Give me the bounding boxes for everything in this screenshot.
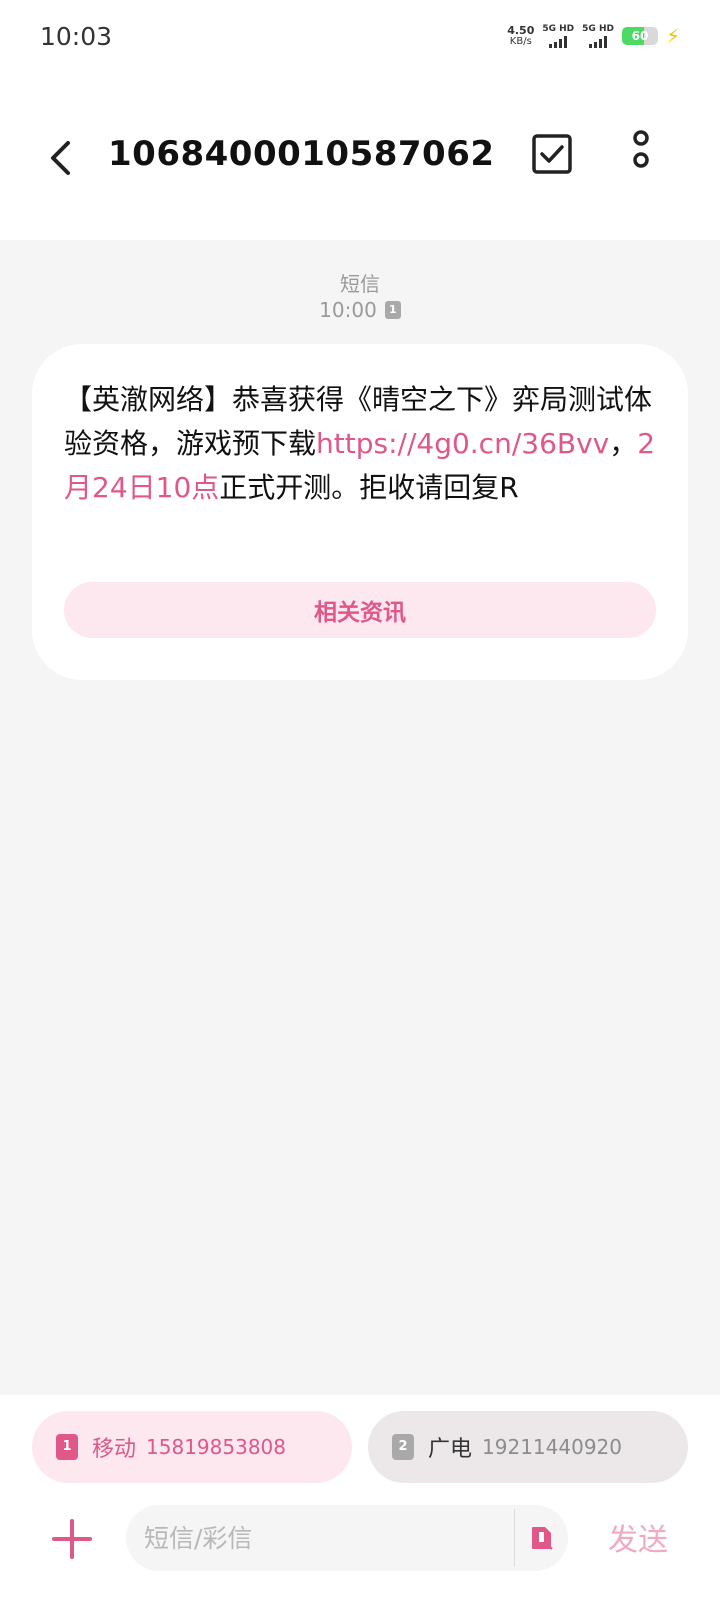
message-text-end: 正式开测。拒收请回复R [219, 471, 519, 504]
network-speed-unit: KB/s [509, 36, 532, 47]
input-divider [514, 1509, 515, 1567]
sim-switch-button[interactable] [530, 1525, 554, 1551]
message-type-label: 短信 [340, 272, 380, 296]
signal-icon: 5G HD [582, 24, 614, 48]
plus-icon [52, 1519, 92, 1559]
more-button[interactable] [626, 130, 656, 180]
checkbox-icon [532, 134, 572, 174]
battery-icon: 60 [621, 27, 658, 45]
status-icons: 4.50 KB/s 5G HD 5G HD 60 ⚡ [507, 24, 680, 48]
compose-area: 1 移动 15819853808 2 广电 19211440920 发送 [0, 1395, 720, 1600]
sim1-icon: 1 [56, 1434, 78, 1460]
contact-number: 1068400010587062 [108, 134, 495, 174]
battery-level: 60 [631, 29, 649, 43]
signal-icon: 5G HD [542, 24, 574, 48]
message-time: 10:00 [319, 298, 377, 322]
sim1-number: 15819853808 [146, 1435, 286, 1459]
sim1-carrier: 移动 [92, 1437, 137, 1462]
message-list[interactable]: 短信 10:00 1 【英澈网络】恭喜获得《晴空之下》弈局测试体验资格，游戏预下… [0, 240, 720, 1395]
message-text: 【英澈网络】恭喜获得《晴空之下》弈局测试体验资格，游戏预下载https://4g… [64, 378, 664, 510]
message-input[interactable] [126, 1505, 510, 1571]
conversation-header: 1068400010587062 [0, 78, 720, 240]
network-speed: 4.50 KB/s [507, 25, 534, 47]
sim-card-icon [532, 1527, 553, 1550]
signal-label: 5G HD [582, 24, 614, 34]
sim1-button[interactable]: 1 移动 15819853808 [32, 1411, 352, 1483]
message-link[interactable]: https://4g0.cn/36Bvv [316, 427, 609, 460]
status-bar: 10:03 4.50 KB/s 5G HD 5G HD 60 ⚡ [0, 0, 720, 78]
send-button[interactable]: 发送 [608, 1515, 668, 1559]
back-arrow-icon [51, 141, 70, 175]
sim2-icon: 2 [392, 1434, 414, 1460]
sim2-number: 19211440920 [482, 1435, 622, 1459]
add-attachment-button[interactable] [48, 1515, 96, 1563]
message-timestamp: 10:00 1 [0, 298, 720, 322]
charging-icon: ⚡ [665, 24, 680, 48]
select-button[interactable] [530, 132, 574, 176]
message-separator: ， [609, 427, 638, 460]
sim2-button[interactable]: 2 广电 19211440920 [368, 1411, 688, 1483]
network-speed-value: 4.50 [507, 24, 535, 37]
sim-card-icon: 1 [384, 301, 401, 319]
more-icon [633, 130, 649, 168]
sim2-carrier: 广电 [428, 1437, 473, 1462]
message-bubble[interactable]: 【英澈网络】恭喜获得《晴空之下》弈局测试体验资格，游戏预下载https://4g… [32, 344, 688, 680]
signal-label: 5G HD [542, 24, 575, 34]
related-info-button[interactable]: 相关资讯 [64, 582, 656, 638]
status-time: 10:03 [40, 22, 113, 51]
back-button[interactable] [40, 128, 80, 188]
message-input-wrapper [126, 1505, 568, 1571]
